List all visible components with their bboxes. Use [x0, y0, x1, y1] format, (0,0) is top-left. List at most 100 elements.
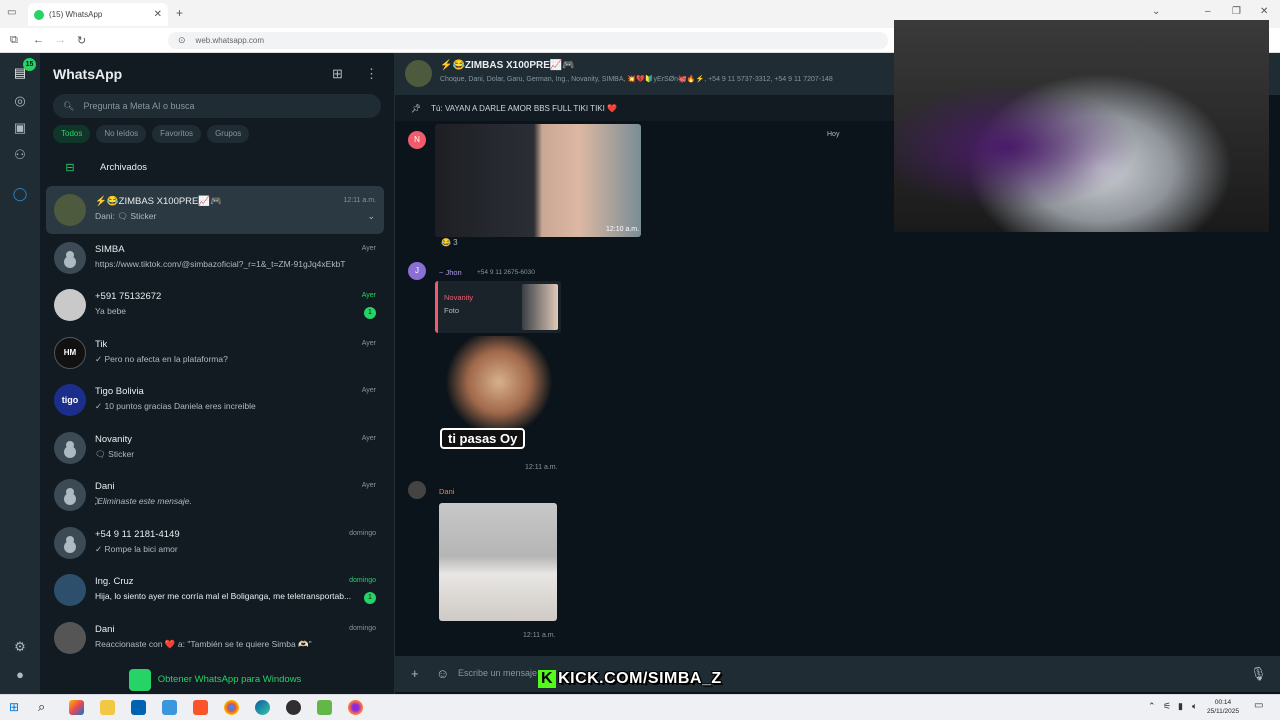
chat-item[interactable]: Dani ⃠ Eliminaste este mensaje. Ayer [46, 471, 384, 519]
avatar [54, 526, 86, 559]
filter-no-leidos[interactable]: No leídos [96, 125, 147, 143]
chat-item[interactable]: HM Tik ✓ Pero no afecta en la plataforma… [46, 329, 384, 377]
quoted-type: Foto [444, 306, 460, 315]
message-reaction[interactable]: 😂 3 [441, 238, 458, 247]
browser-tab-whatsapp[interactable]: (15) WhatsApp ✕ [28, 3, 168, 26]
tray-chevron-icon[interactable]: ⌃ [1148, 701, 1156, 712]
chat-name: Dani [95, 623, 115, 635]
volume-icon[interactable]: 🔈︎ [1192, 701, 1197, 712]
store-icon[interactable] [131, 700, 146, 715]
microphone-icon[interactable]: 🎙︎ [1250, 666, 1267, 682]
archived-row[interactable]: ⊟ Archivados [40, 154, 390, 180]
tab-list-chevron-icon[interactable]: ⌄ [1152, 6, 1160, 17]
chat-item[interactable]: +54 9 11 2181-4149 ✓ Rompe la bici amor … [46, 519, 384, 567]
notifications-icon[interactable]: ▭ [1254, 700, 1263, 711]
workspaces-icon[interactable]: ▭ [7, 7, 16, 18]
unread-badge: 1 [364, 307, 376, 319]
get-app-banner[interactable]: Obtener WhatsApp para Windows [40, 667, 390, 692]
app-title: WhatsApp [53, 66, 123, 82]
obs-icon[interactable] [286, 700, 301, 715]
firefox-icon[interactable] [348, 700, 363, 715]
start-icon[interactable]: ⊞ [9, 700, 19, 714]
communities-icon[interactable]: ⚇ [10, 145, 30, 165]
maximize-icon[interactable]: ❐ [1232, 6, 1241, 17]
window-close-icon[interactable]: ✕ [1260, 6, 1268, 17]
chat-last-message: Ya bebe [95, 306, 127, 316]
minecraft-icon[interactable] [317, 700, 332, 715]
chat-item[interactable]: +591 75132672 Ya bebe Ayer 1 [46, 281, 384, 329]
back-icon[interactable]: ← [33, 34, 44, 46]
nav-rail: ▤ ◎ ▣ ⚇ ◯ ⚙ ● [0, 53, 40, 694]
message-time: 12:11 a.m. [523, 632, 556, 639]
file-explorer-icon[interactable] [100, 700, 115, 715]
copilot-icon[interactable] [69, 700, 84, 715]
profile-icon[interactable]: ● [10, 665, 30, 685]
chat-item[interactable]: SIMBA https://www.tiktok.com/@simbazofic… [46, 234, 384, 282]
message-photo[interactable] [439, 503, 557, 621]
reload-icon[interactable]: ↻ [77, 34, 86, 47]
tab-close-icon[interactable]: ✕ [154, 9, 162, 20]
minimize-icon[interactable]: – [1205, 6, 1211, 17]
site-info-icon[interactable]: ⊙ [178, 35, 186, 46]
status-icon[interactable]: ◎ [10, 91, 30, 111]
chat-time: Ayer [361, 244, 376, 252]
chat-last-message: ⃠ Eliminaste este mensaje. [95, 496, 192, 506]
chrome-icon[interactable] [224, 700, 239, 715]
tab-title: (15) WhatsApp [49, 10, 103, 19]
message-input[interactable]: Escribe un mensaje [458, 668, 537, 678]
sender-avatar: J [408, 262, 426, 280]
chat-name: +591 75132672 [95, 291, 162, 302]
group-avatar[interactable] [405, 60, 432, 87]
pinned-text: Tú: VAYAN A DARLE AMOR BBS FULL TIKI TIK… [431, 103, 618, 113]
chat-item[interactable]: ⚡😂ZIMBAS X100PRE📈🎮 Dani: 🗨 Sticker 12:11… [46, 186, 384, 234]
unread-chats-badge: 15 [23, 58, 36, 71]
message-composer: + ☺ Escribe un mensaje 🎙︎ [395, 656, 1280, 692]
chat-name: +54 9 11 2181-4149 [95, 528, 180, 540]
emoji-icon[interactable]: ☺ [436, 666, 449, 681]
url-field[interactable]: ⊙ web.whatsapp.com [168, 32, 888, 49]
filter-todos[interactable]: Todos [53, 125, 91, 143]
url-text: web.whatsapp.com [195, 36, 265, 45]
forward-icon[interactable]: → [55, 34, 66, 46]
wifi-icon[interactable]: ⚟ [1163, 701, 1171, 712]
sender-phone: +54 9 11 2675-6030 [477, 269, 535, 276]
chat-last-message: ✓ 10 puntos gracias Daniela eres increib… [95, 401, 256, 411]
app-icon[interactable] [162, 700, 177, 715]
pinned-message[interactable]: 📌︎ Tú: VAYAN A DARLE AMOR BBS FULL TIKI … [395, 95, 895, 121]
meta-ai-icon[interactable]: ◯ [10, 184, 30, 204]
edge-icon[interactable] [255, 700, 270, 715]
archived-label: Archivados [100, 161, 147, 173]
quoted-message[interactable]: Novanity Foto [435, 281, 561, 333]
taskbar-search-icon[interactable]: ⌕ [38, 699, 45, 715]
chat-item[interactable]: tigo Tigo Bolivia ✓ 10 puntos gracias Da… [46, 376, 384, 424]
search-input[interactable]: 🔍︎ Pregunta a Meta AI o busca [53, 94, 381, 118]
attach-plus-icon[interactable]: + [411, 666, 419, 681]
chat-time: Ayer [361, 482, 376, 489]
new-tab-button[interactable]: + [176, 6, 183, 20]
chat-name: ⚡😂ZIMBAS X100PRE📈🎮 [95, 196, 223, 207]
sidebar-toggle-icon[interactable]: ⧉ [10, 34, 18, 47]
channels-icon[interactable]: ▣ [10, 118, 30, 138]
avatar [54, 241, 86, 274]
filter-grupos[interactable]: Grupos [207, 125, 250, 143]
chat-item[interactable]: Novanity 🗨 Sticker Ayer [46, 424, 384, 472]
chevron-down-icon[interactable]: ⌄ [367, 211, 375, 222]
chat-last-message: Reaccionaste con ❤️ a: "También se te qu… [95, 638, 312, 649]
whatsapp-logo-icon [128, 668, 151, 691]
chat-item[interactable]: Ing. Cruz Hija, lo siento ayer me corría… [46, 566, 384, 614]
kick-url: KICK.COM/SIMBA_Z [558, 670, 722, 687]
settings-icon[interactable]: ⚙ [10, 637, 30, 657]
menu-icon[interactable]: ⋮ [365, 66, 378, 82]
clock[interactable]: 00:14 25/11/2025 [1200, 698, 1246, 716]
avatar [54, 431, 86, 464]
message-photo[interactable] [435, 124, 641, 237]
message-time: 12:10 a.m. [606, 226, 640, 233]
conversation-members: Choque, Dani, Dolar, Garu, German, Ing.,… [440, 76, 833, 83]
chat-last-message: Hija, lo siento ayer me corría mal el Bo… [95, 591, 352, 601]
new-chat-icon[interactable]: ⊞ [332, 66, 343, 82]
battery-icon[interactable]: ▮ [1178, 701, 1183, 712]
chat-item[interactable]: Dani Reaccionaste con ❤️ a: "También se … [46, 614, 384, 662]
filter-favoritos[interactable]: Favoritos [152, 125, 202, 143]
chat-time: Ayer [361, 339, 376, 347]
brave-icon[interactable] [193, 700, 208, 715]
